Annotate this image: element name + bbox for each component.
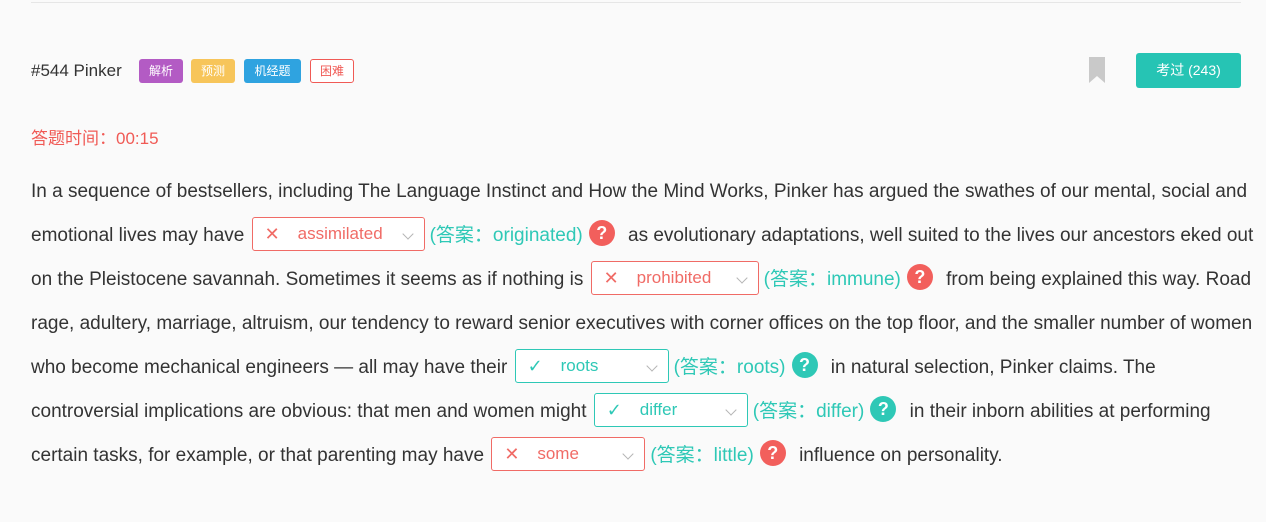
selected-value: roots (560, 355, 599, 375)
tag-difficulty: 困难 (310, 59, 354, 83)
selected-value: prohibited (636, 267, 712, 287)
blank-select-2[interactable]: ✕ prohibited (590, 260, 759, 295)
wrong-icon: ✕ (504, 443, 520, 464)
check-icon: ✓ (606, 399, 622, 420)
selected-value: assimilated (297, 223, 383, 243)
correct-answer: (答案：little) (650, 445, 754, 466)
help-icon[interactable]: ? (759, 439, 786, 466)
answer-timer: 答题时间：00:15 (31, 129, 159, 148)
blank-select-5[interactable]: ✕ some (491, 436, 646, 471)
exam-taken-button[interactable]: 考过 (243) (1136, 53, 1241, 88)
passage-text: influence on personality. (799, 445, 1003, 466)
blank-select-4[interactable]: ✓ differ (593, 392, 748, 427)
help-icon[interactable]: ? (870, 395, 897, 422)
chevron-down-icon (622, 448, 635, 460)
selected-value: differ (639, 399, 678, 419)
question-header: #544 Pinker 解析 预测 机经题 困难 考过 (243) (31, 53, 1241, 89)
chevron-down-icon (401, 228, 414, 240)
question-id: #544 Pinker (31, 61, 122, 80)
bookmark-icon[interactable] (1089, 57, 1105, 83)
correct-answer: (答案：differ) (752, 401, 865, 422)
correct-answer: (答案：originated) (429, 225, 583, 246)
help-icon[interactable]: ? (906, 263, 933, 290)
top-divider (31, 2, 1241, 3)
chevron-down-icon (725, 404, 737, 416)
chevron-down-icon (735, 272, 748, 284)
chevron-down-icon (645, 360, 658, 372)
passage: In a sequence of bestsellers, including … (31, 170, 1256, 478)
wrong-icon: ✕ (603, 267, 619, 288)
selected-value: some (537, 443, 579, 463)
blank-select-1[interactable]: ✕ assimilated (251, 216, 425, 251)
wrong-icon: ✕ (264, 223, 280, 244)
tag-analysis[interactable]: 解析 (139, 59, 183, 83)
tag-machine-question[interactable]: 机经题 (244, 59, 301, 83)
correct-answer: (答案：immune) (763, 269, 901, 290)
tag-prediction[interactable]: 预测 (191, 59, 235, 83)
correct-answer: (答案：roots) (673, 357, 786, 378)
check-icon: ✓ (527, 355, 543, 376)
help-icon[interactable]: ? (588, 219, 615, 246)
help-icon[interactable]: ? (791, 351, 818, 378)
blank-select-3[interactable]: ✓ roots (514, 348, 669, 383)
